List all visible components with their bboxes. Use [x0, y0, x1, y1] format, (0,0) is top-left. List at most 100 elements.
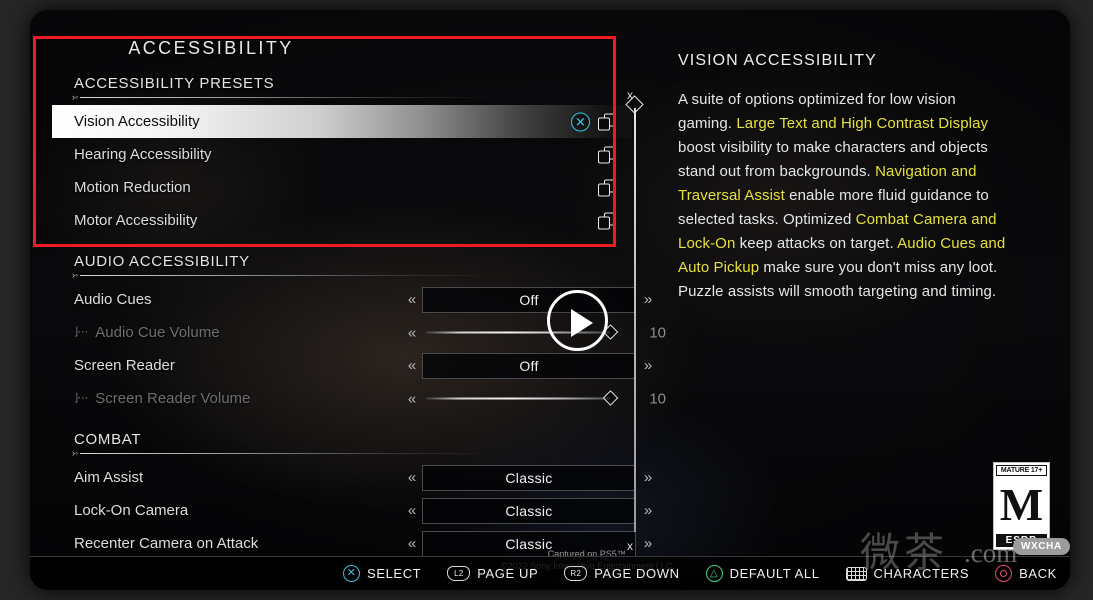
settings-row-label: Screen Reader — [74, 357, 175, 374]
cross-button-icon[interactable]: ✕ — [571, 112, 590, 131]
settings-row-label: Audio Cue Volume — [95, 324, 220, 341]
preset-row-icons — [598, 212, 616, 229]
settings-row-label: Motion Reduction — [74, 179, 191, 196]
sub-setting-indicator-icon: ⌋⋯ — [74, 392, 88, 404]
button-hint-label: BACK — [1019, 566, 1057, 581]
circle-button-icon — [995, 565, 1013, 582]
button-hint[interactable]: △ DEFAULT ALL — [705, 565, 820, 582]
preset-row-icons — [598, 179, 616, 196]
game-screen: ACCESSIBILITY ACCESSIBILITY PRESETS ›◦ Vis… — [30, 10, 1070, 590]
settings-section-combat: COMBAT ›◦ Aim Assist «Classic» Lock-On Camer… — [52, 431, 652, 560]
option-control[interactable]: «Off» — [404, 352, 656, 379]
copies-icon[interactable] — [598, 179, 616, 196]
settings-row[interactable]: Motor Accessibility — [52, 204, 632, 237]
watermark-badge: WXCHA — [1013, 538, 1070, 555]
description-highlight: Large Text and High Contrast Display — [736, 115, 989, 132]
page-title: ACCESSIBILITY — [128, 38, 294, 58]
settings-row[interactable]: Lock-On Camera «Classic» — [52, 494, 652, 527]
settings-row[interactable]: Motion Reduction — [52, 171, 632, 204]
settings-row[interactable]: ⌋⋯ Audio Cue Volume «10 — [52, 316, 666, 349]
section-rule-cap: ›◦ — [72, 448, 79, 458]
settings-column: ACCESSIBILITY ACCESSIBILITY PRESETS ›◦ Vis… — [52, 38, 666, 557]
button-hint-label: DEFAULT ALL — [729, 566, 820, 581]
settings-row[interactable]: Audio Cues «Off» — [52, 283, 652, 316]
settings-row-label: Hearing Accessibility — [74, 146, 212, 163]
settings-row-label: Screen Reader Volume — [95, 390, 251, 407]
settings-row[interactable]: ⌋⋯ Screen Reader Volume «10 — [52, 382, 666, 415]
button-hint[interactable]: R2 PAGE DOWN — [564, 566, 679, 581]
copies-icon[interactable] — [598, 212, 616, 229]
prev-arrow-icon[interactable]: « — [404, 535, 420, 552]
button-hint[interactable]: BACK — [995, 565, 1057, 582]
settings-row[interactable]: Vision Accessibility ✕ — [52, 105, 632, 138]
slider-fill — [426, 397, 610, 399]
r2-shoulder-icon: R2 — [564, 566, 588, 581]
scroll-track — [634, 108, 636, 532]
prev-arrow-icon[interactable]: « — [404, 357, 420, 374]
triangle-button-icon: △ — [705, 565, 723, 582]
prev-arrow-icon[interactable]: « — [404, 469, 420, 486]
settings-row[interactable]: Screen Reader «Off» — [52, 349, 652, 382]
esrb-rating-badge: MATURE 17+ M ESRB — [993, 462, 1050, 550]
preset-row-icons: ✕ — [571, 112, 616, 131]
sub-setting-indicator-icon: ⌋⋯ — [74, 326, 88, 338]
section-rule-cap: ›◦ — [72, 92, 79, 102]
preset-row-icons — [598, 146, 616, 163]
section-rule: ›◦ — [72, 270, 502, 280]
slider-track[interactable] — [426, 390, 622, 406]
l2-shoulder-icon: L2 — [447, 566, 471, 581]
button-hint[interactable]: ✕ SELECT — [343, 565, 421, 582]
option-value[interactable]: Classic — [422, 464, 636, 491]
description-panel: VISION ACCESSIBILITY A suite of options … — [678, 52, 1008, 304]
button-hint-label: CHARACTERS — [873, 566, 970, 581]
section-heading: ACCESSIBILITY PRESETS — [74, 75, 275, 92]
settings-section-presets: ACCESSIBILITY PRESETS ›◦ Vision Accessibil… — [52, 75, 632, 237]
section-rule-line — [80, 453, 500, 454]
option-control[interactable]: «Classic» — [404, 497, 656, 524]
section-rule-line — [80, 275, 500, 276]
prev-arrow-icon[interactable]: « — [404, 291, 420, 308]
description-body: A suite of options optimized for low vis… — [678, 88, 1008, 304]
prev-arrow-icon[interactable]: « — [404, 390, 420, 407]
slider-knob[interactable] — [602, 390, 619, 406]
section-heading: AUDIO ACCESSIBILITY — [74, 253, 250, 270]
settings-row-label: Audio Cues — [74, 291, 152, 308]
copies-icon[interactable] — [598, 113, 616, 130]
play-triangle-icon — [571, 309, 593, 337]
screenshot-root: ACCESSIBILITY ACCESSIBILITY PRESETS ›◦ Vis… — [0, 0, 1093, 600]
section-heading: COMBAT — [74, 431, 142, 448]
option-control[interactable]: «Off» — [404, 286, 656, 313]
prev-arrow-icon[interactable]: « — [404, 502, 420, 519]
scrollbar[interactable]: x x — [625, 89, 644, 552]
section-rule-cap: ›◦ — [72, 270, 79, 280]
settings-row-label: Vision Accessibility — [74, 113, 200, 130]
option-value[interactable]: Classic — [422, 497, 636, 524]
touchpad-icon — [845, 566, 867, 581]
play-video-button[interactable] — [547, 290, 608, 351]
option-control[interactable]: «Classic» — [404, 464, 656, 491]
prev-arrow-icon[interactable]: « — [404, 324, 420, 341]
button-hint[interactable]: CHARACTERS — [845, 566, 970, 581]
button-hint-label: SELECT — [367, 566, 422, 581]
copies-icon[interactable] — [598, 146, 616, 163]
settings-row-label: Motor Accessibility — [74, 212, 198, 229]
esrb-letter: M — [999, 479, 1044, 530]
cross-button-icon: ✕ — [343, 565, 361, 582]
description-heading: VISION ACCESSIBILITY — [678, 52, 877, 69]
description-text: keep attacks on target. — [735, 235, 898, 252]
esrb-top-label: MATURE 17+ — [996, 465, 1047, 476]
section-rule: ›◦ — [72, 92, 502, 102]
button-hint-label: PAGE DOWN — [594, 566, 680, 581]
section-rule: ›◦ — [72, 448, 502, 458]
settings-row[interactable]: Aim Assist «Classic» — [52, 461, 652, 494]
button-hint-bar: ✕ SELECT L2 PAGE UP R2 PAGE DOWN △ DEFAULT ALL C… — [30, 556, 1070, 590]
settings-section-audio: AUDIO ACCESSIBILITY ›◦ Audio Cues «Off» ⌋⋯ Au… — [52, 253, 666, 415]
settings-row[interactable]: Hearing Accessibility — [52, 138, 632, 171]
settings-row-label: Lock-On Camera — [74, 502, 189, 519]
option-value[interactable]: Off — [422, 352, 636, 379]
settings-row-label: Aim Assist — [74, 469, 144, 486]
settings-row-label: Recenter Camera on Attack — [74, 535, 259, 552]
button-hint[interactable]: L2 PAGE UP — [447, 566, 538, 581]
section-rule-line — [80, 97, 500, 98]
button-hint-label: PAGE UP — [477, 566, 539, 581]
